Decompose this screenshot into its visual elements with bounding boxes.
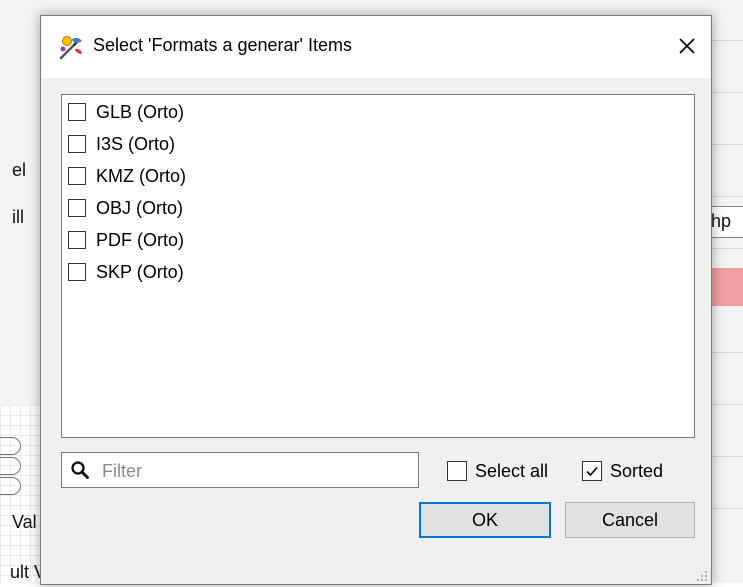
item-label: I3S (Orto) (96, 133, 176, 154)
select-all-toggle[interactable]: Select all (447, 459, 548, 483)
item-label: PDF (Orto) (96, 229, 184, 250)
background-node (0, 477, 21, 495)
item-label: KMZ (Orto) (96, 165, 186, 186)
ok-button[interactable]: OK (419, 502, 551, 538)
background-label: el (12, 160, 27, 180)
background-label: ill (12, 207, 24, 227)
list-item[interactable]: I3S (Orto) (68, 130, 175, 158)
list-item[interactable]: KMZ (Orto) (68, 162, 186, 190)
cancel-button[interactable]: Cancel (565, 502, 695, 538)
select-all-label: Select all (475, 460, 549, 481)
wizard-icon (58, 35, 84, 61)
background-highlight (710, 268, 743, 306)
item-checkbox[interactable] (68, 135, 86, 153)
sorted-toggle[interactable]: Sorted (582, 459, 663, 483)
filter-input[interactable] (100, 455, 414, 487)
background-field[interactable]: hp (708, 206, 743, 238)
background-field-text: hp (711, 211, 732, 231)
background-node (0, 437, 21, 455)
item-checkbox[interactable] (68, 103, 86, 121)
resize-grip-icon[interactable] (696, 569, 708, 581)
dialog-titlebar[interactable]: Select 'Formats a generar' Items (41, 16, 711, 78)
item-checkbox[interactable] (68, 231, 86, 249)
item-checkbox[interactable] (68, 167, 86, 185)
sorted-label: Sorted (610, 460, 664, 481)
select-items-dialog: Select 'Formats a generar' Items GLB (Or… (40, 15, 712, 585)
item-label: SKP (Orto) (96, 261, 184, 282)
item-checkbox[interactable] (68, 199, 86, 217)
item-checkbox[interactable] (68, 263, 86, 281)
check-icon (586, 466, 598, 477)
item-label: GLB (Orto) (96, 101, 185, 122)
close-button[interactable] (669, 28, 705, 64)
close-icon (679, 38, 695, 54)
filter-box[interactable] (61, 452, 419, 488)
select-all-checkbox[interactable] (447, 461, 467, 481)
search-icon (70, 460, 90, 480)
item-label: OBJ (Orto) (96, 197, 184, 218)
sorted-checkbox[interactable] (582, 461, 602, 481)
list-item[interactable]: SKP (Orto) (68, 258, 184, 286)
list-item[interactable]: OBJ (Orto) (68, 194, 183, 222)
items-list[interactable]: GLB (Orto) I3S (Orto) KMZ (Orto) OBJ (Or… (61, 94, 695, 438)
list-item[interactable]: GLB (Orto) (68, 98, 184, 126)
background-node (0, 457, 21, 475)
list-item[interactable]: PDF (Orto) (68, 226, 184, 254)
dialog-title: Select 'Formats a generar' Items (93, 35, 352, 55)
background-label: Val (12, 512, 37, 532)
